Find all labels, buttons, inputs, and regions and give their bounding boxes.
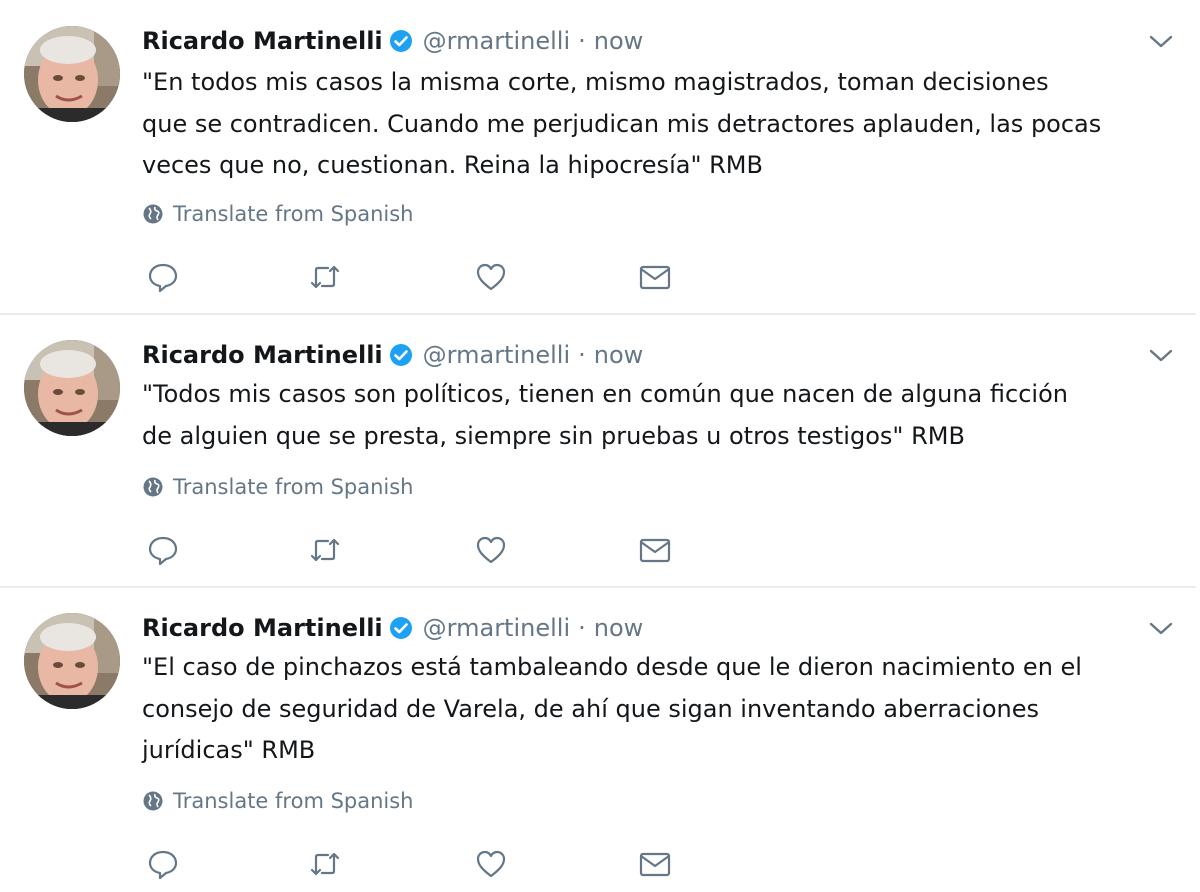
translate-link[interactable]: Translate from Spanish: [142, 789, 414, 813]
display-name[interactable]: Ricardo Martinelli: [142, 614, 383, 642]
tweet-header: Ricardo Martinelli @rmartinelli · now: [142, 611, 643, 645]
username[interactable]: @rmartinelli: [423, 27, 570, 55]
translate-link[interactable]: Translate from Spanish: [142, 202, 414, 226]
tweet-text: "El caso de pinchazos está tambaleando d…: [142, 653, 1082, 764]
tweet[interactable]: Ricardo Martinelli @rmartinelli · now "T…: [0, 316, 1196, 586]
timestamp[interactable]: now: [594, 614, 644, 642]
timestamp[interactable]: now: [594, 341, 644, 369]
tweet-header: Ricardo Martinelli @rmartinelli · now: [142, 338, 643, 372]
tweet[interactable]: Ricardo Martinelli @rmartinelli · now "E…: [0, 589, 1196, 892]
reply-icon[interactable]: [146, 260, 180, 294]
avatar[interactable]: [24, 340, 120, 436]
heart-icon[interactable]: [474, 260, 508, 294]
tweet-actions: [146, 260, 686, 294]
display-name[interactable]: Ricardo Martinelli: [142, 27, 383, 55]
chevron-down-icon[interactable]: [1148, 32, 1174, 52]
verified-badge-icon: [389, 616, 413, 640]
tweet-header: Ricardo Martinelli @rmartinelli · now: [142, 24, 643, 58]
globe-icon: [142, 790, 164, 812]
divider: [0, 313, 1196, 315]
heart-icon[interactable]: [474, 533, 508, 567]
display-name[interactable]: Ricardo Martinelli: [142, 341, 383, 369]
separator: ·: [578, 614, 586, 642]
tweet-text: "En todos mis casos la misma corte, mism…: [142, 68, 1102, 179]
retweet-icon[interactable]: [308, 260, 342, 294]
avatar[interactable]: [24, 26, 120, 122]
retweet-icon[interactable]: [308, 847, 342, 881]
envelope-icon[interactable]: [638, 260, 672, 294]
envelope-icon[interactable]: [638, 847, 672, 881]
tweet-actions: [146, 533, 686, 567]
tweet-actions: [146, 847, 686, 881]
username[interactable]: @rmartinelli: [423, 341, 570, 369]
separator: ·: [578, 341, 586, 369]
separator: ·: [578, 27, 586, 55]
timeline: Ricardo Martinelli @rmartinelli · now "E…: [0, 0, 1200, 892]
verified-badge-icon: [389, 343, 413, 367]
translate-label: Translate from Spanish: [173, 789, 414, 813]
reply-icon[interactable]: [146, 847, 180, 881]
translate-label: Translate from Spanish: [173, 202, 414, 226]
verified-badge-icon: [389, 29, 413, 53]
envelope-icon[interactable]: [638, 533, 672, 567]
divider: [0, 586, 1196, 588]
retweet-icon[interactable]: [308, 533, 342, 567]
translate-label: Translate from Spanish: [173, 475, 414, 499]
tweet-text: "Todos mis casos son políticos, tienen e…: [142, 380, 1068, 450]
chevron-down-icon[interactable]: [1148, 346, 1174, 366]
reply-icon[interactable]: [146, 533, 180, 567]
globe-icon: [142, 476, 164, 498]
globe-icon: [142, 203, 164, 225]
timestamp[interactable]: now: [594, 27, 644, 55]
chevron-down-icon[interactable]: [1148, 619, 1174, 639]
tweet[interactable]: Ricardo Martinelli @rmartinelli · now "E…: [0, 0, 1196, 313]
translate-link[interactable]: Translate from Spanish: [142, 475, 414, 499]
avatar[interactable]: [24, 613, 120, 709]
heart-icon[interactable]: [474, 847, 508, 881]
username[interactable]: @rmartinelli: [423, 614, 570, 642]
